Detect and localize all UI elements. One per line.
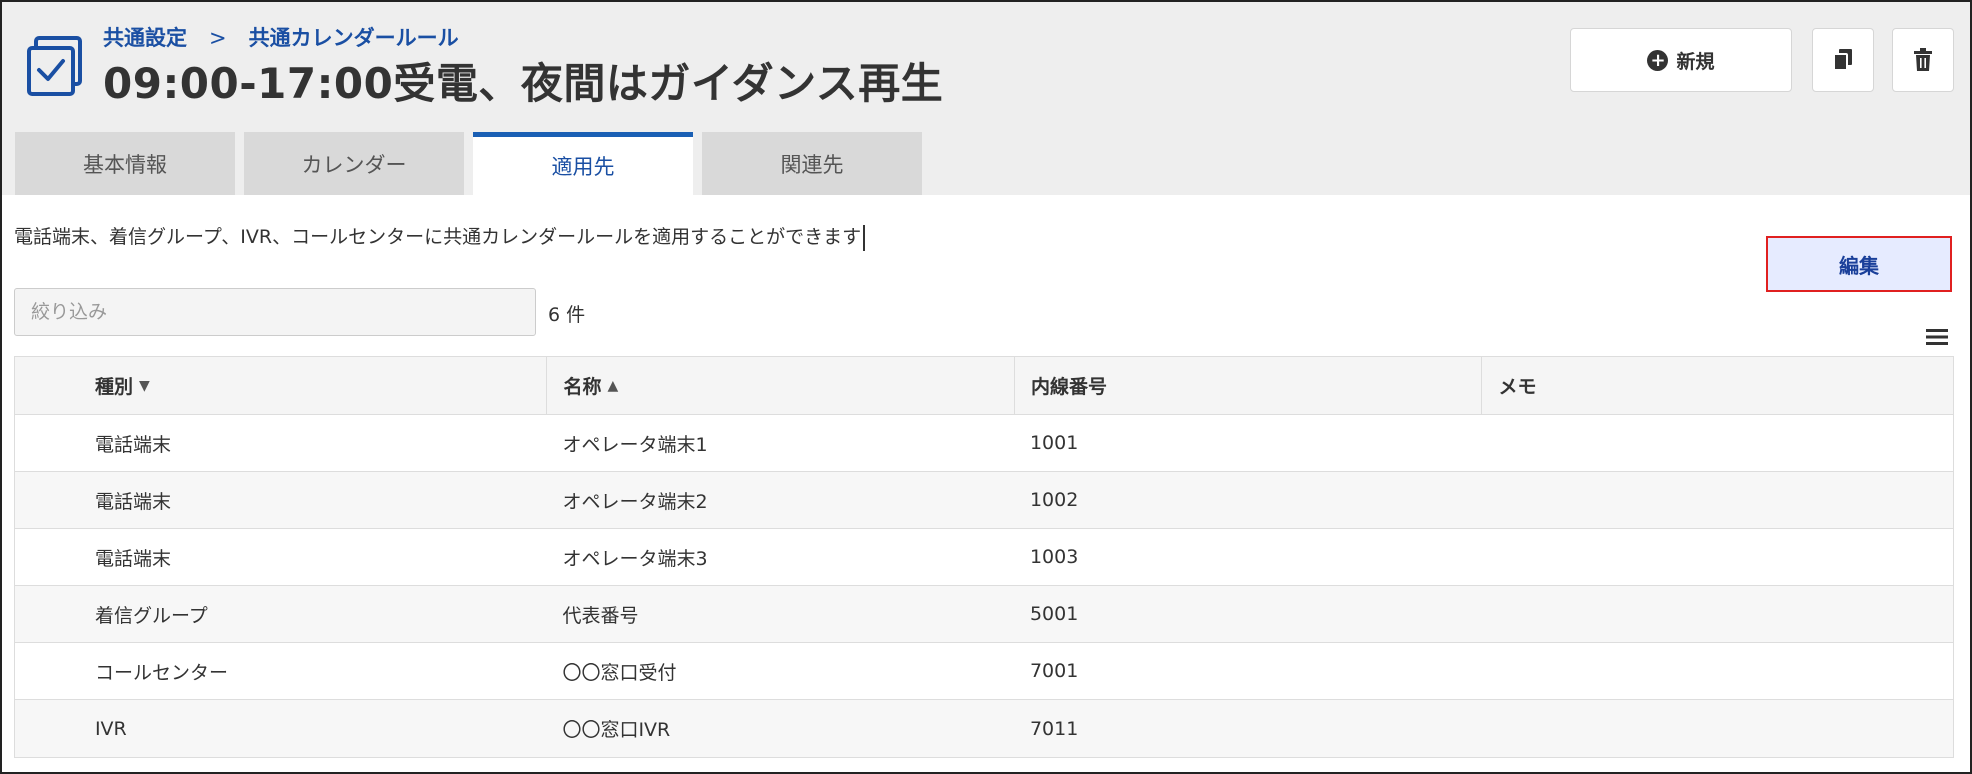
description-label: 電話端末、着信グループ、IVR、コールセンターに共通カレンダールールを適用するこ… <box>14 226 862 248</box>
cell-type: 電話端末 <box>94 490 171 513</box>
cell-type: IVR <box>94 717 127 740</box>
copy-icon <box>1833 49 1852 71</box>
cell-memo <box>1481 529 1953 585</box>
breadcrumb-current[interactable]: 共通カレンダールール <box>249 26 459 50</box>
applied-targets-table: 種別 ▼ 名称 ▲ 内線番号 メモ 電話端末 オペレータ端末1 1001 電話端末 … <box>14 356 1954 758</box>
header-extension-label: 内線番号 <box>1030 376 1107 398</box>
tab-calendar[interactable]: カレンダー <box>244 132 464 195</box>
cell-type: 電話端末 <box>94 547 171 570</box>
row-spacer <box>15 472 79 528</box>
table-row[interactable]: 電話端末 オペレータ端末3 1003 <box>15 529 1953 586</box>
table-body: 電話端末 オペレータ端末1 1001 電話端末 オペレータ端末2 1002 電話… <box>15 415 1953 757</box>
cell-memo <box>1481 586 1953 642</box>
cell-type: 電話端末 <box>94 433 171 456</box>
row-spacer <box>15 586 79 642</box>
cell-type: 着信グループ <box>94 604 208 627</box>
cell-extension: 5001 <box>1029 603 1079 625</box>
edit-button[interactable]: 編集 <box>1766 236 1952 292</box>
page-title: 09:00-17:00受電、夜間はガイダンス再生 <box>103 59 944 108</box>
row-spacer <box>15 415 79 471</box>
trash-icon <box>1914 48 1932 71</box>
cell-memo <box>1481 700 1953 757</box>
table-row[interactable]: IVR 〇〇窓口IVR 7011 <box>15 700 1953 757</box>
filter-input[interactable] <box>14 288 536 336</box>
result-count: 6 件 <box>548 304 586 326</box>
header-spacer <box>15 357 79 414</box>
table-row[interactable]: コールセンター 〇〇窓口受付 7001 <box>15 643 1953 700</box>
row-spacer <box>15 529 79 585</box>
plus-circle-icon: + <box>1647 49 1669 71</box>
tab-related[interactable]: 関連先 <box>702 132 922 195</box>
sort-asc-icon: ▲ <box>607 377 619 394</box>
cell-memo <box>1481 643 1953 699</box>
breadcrumb-separator: > <box>209 26 227 50</box>
cell-name: 〇〇窓口IVR <box>562 719 671 741</box>
sort-desc-icon: ▼ <box>138 377 150 394</box>
cell-name: 〇〇窓口受付 <box>562 661 677 684</box>
row-spacer <box>15 643 79 699</box>
cell-type: コールセンター <box>94 661 228 684</box>
cell-extension: 7001 <box>1029 660 1079 682</box>
cell-extension: 1002 <box>1029 489 1079 511</box>
cell-name: オペレータ端末1 <box>562 433 708 456</box>
header-memo[interactable]: メモ <box>1481 357 1953 414</box>
tab-basic-info[interactable]: 基本情報 <box>15 132 235 195</box>
checklist-icon <box>27 36 82 96</box>
header-type[interactable]: 種別 ▼ <box>79 357 547 414</box>
cell-name: オペレータ端末3 <box>562 547 708 570</box>
table-row[interactable]: 電話端末 オペレータ端末2 1002 <box>15 472 1953 529</box>
header-memo-label: メモ <box>1498 376 1537 398</box>
table-header: 種別 ▼ 名称 ▲ 内線番号 メモ <box>15 357 1953 415</box>
cell-extension: 7011 <box>1029 717 1079 740</box>
breadcrumb-parent[interactable]: 共通設定 <box>103 26 187 50</box>
text-caret <box>863 224 866 251</box>
cell-extension: 1003 <box>1029 546 1079 568</box>
tab-applied-to[interactable]: 適用先 <box>473 132 693 195</box>
table-row[interactable]: 着信グループ 代表番号 5001 <box>15 586 1953 643</box>
new-button[interactable]: + 新規 <box>1570 28 1792 92</box>
cell-name: 代表番号 <box>562 604 639 627</box>
column-menu-icon[interactable] <box>1926 328 1948 346</box>
cell-name: オペレータ端末2 <box>562 490 708 513</box>
new-button-label: 新規 <box>1676 50 1715 73</box>
header-name[interactable]: 名称 ▲ <box>546 357 1014 414</box>
header-extension[interactable]: 内線番号 <box>1013 357 1482 414</box>
copy-button[interactable] <box>1812 28 1874 92</box>
description-text: 電話端末、着信グループ、IVR、コールセンターに共通カレンダールールを適用するこ… <box>14 222 866 251</box>
cell-memo <box>1481 472 1953 528</box>
header-name-label: 名称 <box>563 376 602 398</box>
cell-memo <box>1481 415 1953 471</box>
delete-button[interactable] <box>1892 28 1954 92</box>
breadcrumb: 共通設定 > 共通カレンダールール <box>103 22 459 52</box>
row-spacer <box>15 700 79 757</box>
cell-extension: 1001 <box>1029 432 1079 454</box>
header-type-label: 種別 <box>94 376 133 398</box>
table-row[interactable]: 電話端末 オペレータ端末1 1001 <box>15 415 1953 472</box>
